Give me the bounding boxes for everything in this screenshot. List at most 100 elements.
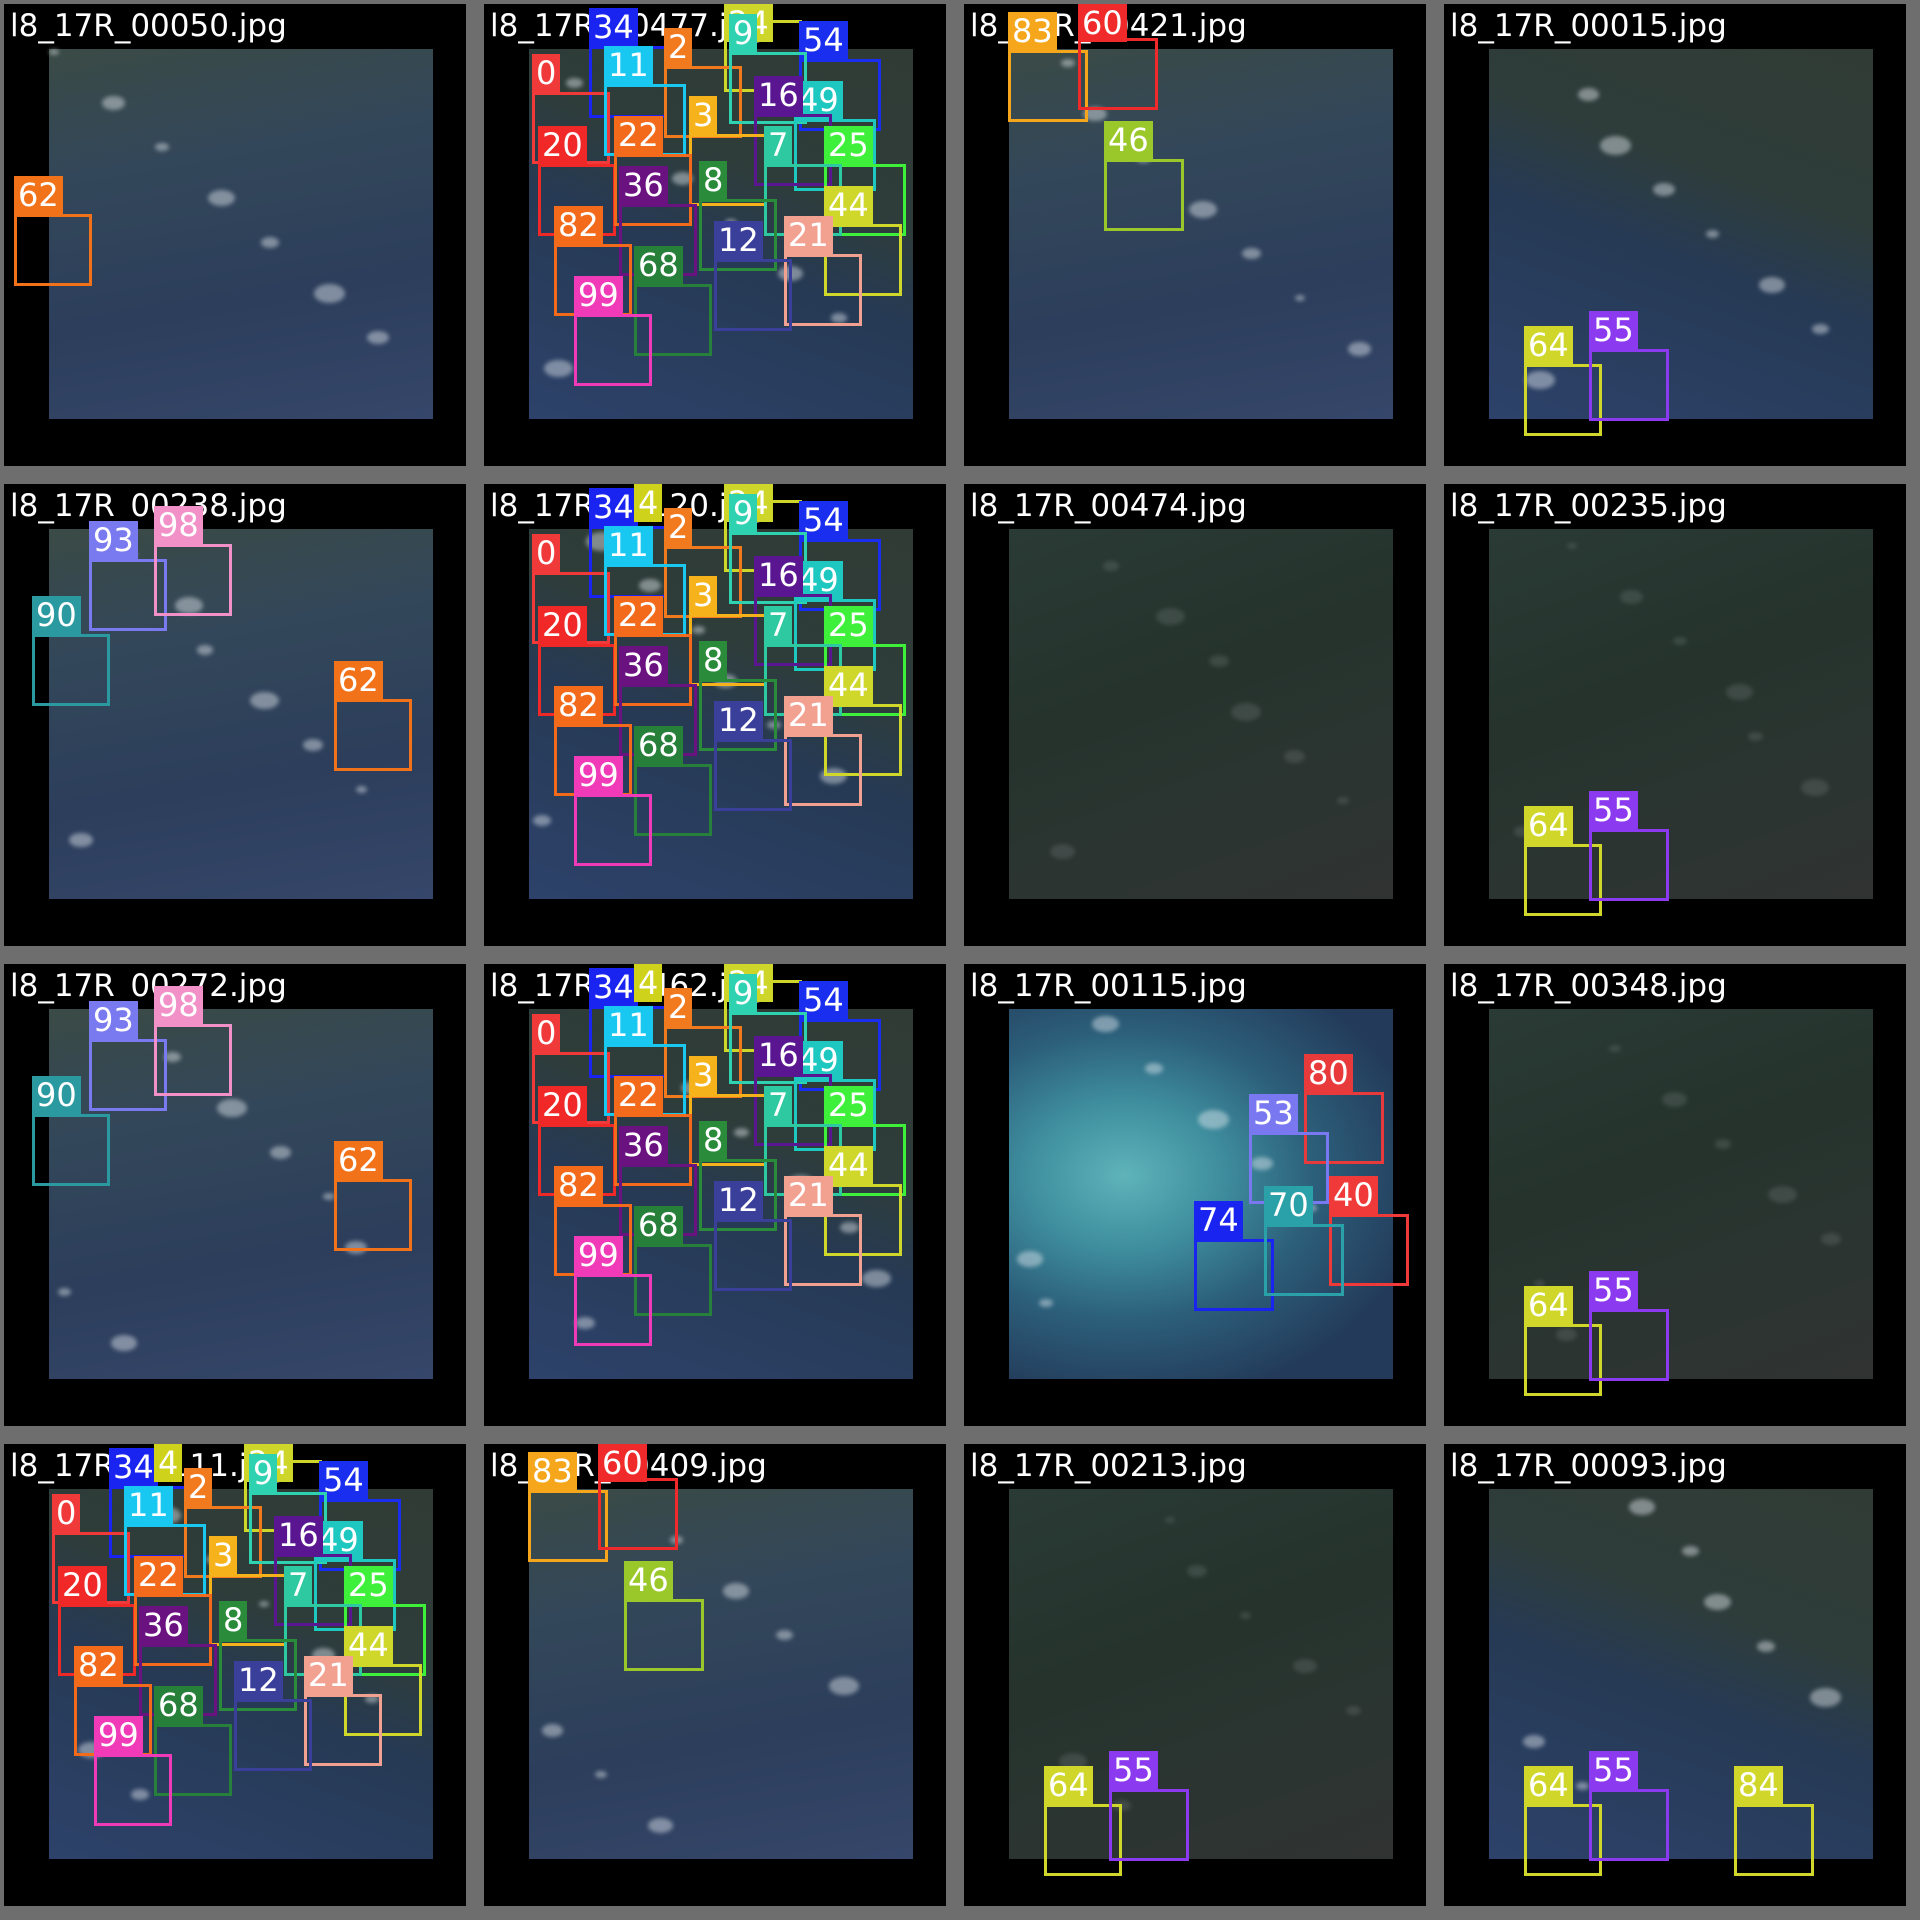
cloud-patch: [862, 1270, 891, 1288]
box-class-label: 22: [134, 1556, 183, 1594]
bounding-box: [624, 1599, 704, 1671]
image-tile: l8_17R_00272.jpg 93 98 90 62: [4, 964, 466, 1426]
image-tile: l8_17R_00462.jpg344245402119491632022257…: [484, 964, 946, 1426]
box-class-label: 55: [1109, 1751, 1158, 1789]
box-class-label: 64: [1524, 1766, 1573, 1804]
cloud-patch: [1726, 684, 1753, 701]
cloud-patch: [648, 1818, 673, 1833]
box-class-label: 3: [689, 96, 718, 134]
cloud-patch: [1346, 1706, 1361, 1715]
box-class-label: 22: [614, 1076, 663, 1114]
box-class-label: 62: [14, 176, 63, 214]
image-filename: l8_17R_00348.jpg: [1450, 968, 1727, 1004]
box-class-label: 46: [624, 1561, 673, 1599]
cloud-patch: [1295, 295, 1305, 301]
image-filename: l8_17R_00213.jpg: [970, 1448, 1247, 1484]
image-filename: l8_17R_00015.jpg: [1450, 8, 1727, 44]
cloud-patch: [1567, 543, 1577, 549]
bounding-box: [714, 1219, 792, 1291]
box-class-label: 25: [824, 1086, 873, 1124]
box-class-label: 7: [284, 1566, 313, 1604]
box-class-label: 68: [154, 1686, 203, 1724]
box-class-label: 11: [604, 526, 653, 564]
box-class-label: 68: [634, 1206, 683, 1244]
box-class-label: 16: [754, 556, 803, 594]
box-class-label: 9: [729, 974, 758, 1012]
box-class-label: 12: [714, 1181, 763, 1219]
box-class-label: 82: [74, 1646, 123, 1684]
box-class-label: 3: [689, 576, 718, 614]
box-class-label: 36: [619, 646, 668, 684]
box-class-label: 55: [1589, 1751, 1638, 1789]
box-class-label: 12: [234, 1661, 283, 1699]
image-filename: l8_17R_00272.jpg: [10, 968, 287, 1004]
box-class-label: 7: [764, 126, 793, 164]
box-class-label: 99: [574, 1236, 623, 1274]
bounding-box: [334, 699, 412, 771]
box-class-label: 55: [1589, 1271, 1638, 1309]
cloud-patch: [1662, 1092, 1687, 1107]
cloud-patch: [314, 284, 345, 303]
box-class-label: 64: [1044, 1766, 1093, 1804]
cloud-patch: [1704, 1594, 1731, 1611]
bounding-box: [334, 1179, 412, 1251]
cloud-patch: [111, 1335, 137, 1351]
box-class-label: 22: [614, 596, 663, 634]
box-class-label: 0: [532, 54, 561, 92]
box-class-label: 46: [1104, 121, 1153, 159]
box-class-label: 68: [634, 246, 683, 284]
box-class-label: 3: [689, 1056, 718, 1094]
bounding-box: [784, 1214, 862, 1286]
cloud-patch: [1576, 1782, 1589, 1790]
image-tile: l8_17R_00238.jpg 93 98 90 62: [4, 484, 466, 946]
cloud-patch: [723, 1583, 749, 1599]
cloud-patch: [566, 78, 583, 89]
image-tile: l8_17R_00474.jpg: [964, 484, 1426, 946]
box-class-label: 3: [209, 1536, 238, 1574]
cloud-patch: [1600, 136, 1631, 155]
box-class-label: 20: [58, 1566, 107, 1604]
box-class-label: 70: [1264, 1186, 1313, 1224]
box-class-label: 9: [249, 1454, 278, 1492]
box-class-label: 11: [604, 46, 653, 84]
cloud-patch: [1165, 1517, 1175, 1523]
box-class-label: 12: [714, 701, 763, 739]
cloud-patch: [1242, 248, 1261, 260]
box-class-label: 62: [334, 1141, 383, 1179]
box-class-label: 64: [1524, 326, 1573, 364]
box-class-label: 99: [574, 276, 623, 314]
cloud-patch: [1682, 1546, 1699, 1557]
box-class-label: 11: [124, 1486, 173, 1524]
box-class-label: 93: [89, 1001, 138, 1039]
image-tile: l8_17R_00050.jpg 62: [4, 4, 466, 466]
box-class-label: 4: [154, 1444, 183, 1482]
bounding-box: [154, 544, 232, 616]
bounding-box: [784, 254, 862, 326]
box-class-label: 11: [604, 1006, 653, 1044]
box-class-label: 21: [784, 696, 833, 734]
bounding-box: [598, 1478, 678, 1550]
box-class-label: 7: [764, 606, 793, 644]
image-filename: l8_17R_00093.jpg: [1450, 1448, 1727, 1484]
cloud-patch: [1523, 1735, 1545, 1749]
bounding-box: [1589, 1789, 1669, 1861]
cloud-patch: [1231, 703, 1261, 721]
cloud-patch: [1768, 1186, 1797, 1204]
box-class-label: 98: [154, 506, 203, 544]
cloud-patch: [1209, 655, 1229, 667]
cloud-patch: [776, 1630, 793, 1641]
cloud-patch: [542, 1724, 563, 1737]
box-class-label: 12: [714, 221, 763, 259]
image-tile: l8_17R_00213.jpg 64 55: [964, 1444, 1426, 1906]
cloud-patch: [1715, 1139, 1731, 1149]
satellite-image: [49, 49, 433, 419]
image-mosaic-grid: l8_17R_00050.jpg62l8_17R_00477.jpg342454…: [0, 0, 1920, 1920]
box-class-label: 25: [344, 1566, 393, 1604]
image-tile: l8_17R_00015.jpg 64 55: [1444, 4, 1906, 466]
bounding-box: [32, 1114, 110, 1186]
cloud-patch: [1103, 561, 1119, 571]
cloud-patch: [208, 190, 235, 207]
box-class-label: 68: [634, 726, 683, 764]
box-class-label: 93: [89, 521, 138, 559]
cloud-patch: [1801, 779, 1829, 796]
